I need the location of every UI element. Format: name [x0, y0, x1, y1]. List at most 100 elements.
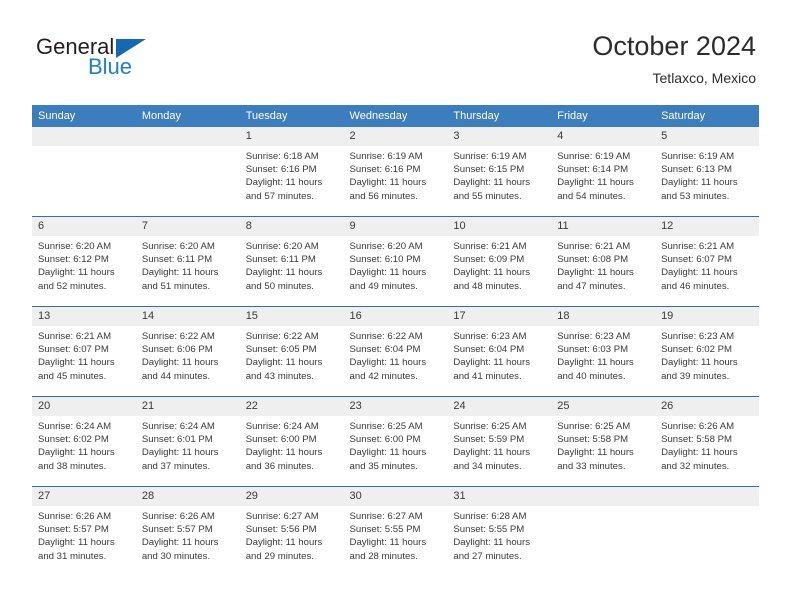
- calendar-day-cell[interactable]: 22 Sunrise: 6:24 AM Sunset: 6:00 PM Dayligh…: [239, 396, 344, 487]
- sunrise-text: Sunrise: 6:21 AM: [453, 241, 527, 252]
- day-number: 1: [239, 127, 344, 146]
- calendar-day-cell[interactable]: 6 Sunrise: 6:20 AM Sunset: 6:12 PM Daylight…: [32, 216, 136, 307]
- calendar-day-cell-empty: [32, 127, 136, 217]
- day-number: [135, 127, 240, 146]
- sunset-text: Sunset: 6:11 PM: [141, 254, 213, 266]
- day-number: 3: [447, 127, 552, 146]
- calendar-day-cell[interactable]: 4 Sunrise: 6:19 AM Sunset: 6:14 PM Daylight…: [551, 127, 656, 217]
- calendar-day-cell[interactable]: 13 Sunrise: 6:21 AM Sunset: 6:07 PM Dayligh…: [32, 306, 136, 397]
- sunset-text: Sunset: 6:02 PM: [38, 434, 109, 446]
- calendar-day-cell[interactable]: 16 Sunrise: 6:22 AM Sunset: 6:04 PM Dayligh…: [343, 306, 448, 397]
- calendar-day-cell[interactable]: 9 Sunrise: 6:20 AM Sunset: 6:10 PM Daylight…: [343, 216, 448, 307]
- calendar-day-cell[interactable]: 8 Sunrise: 6:20 AM Sunset: 6:11 PM Daylight…: [239, 216, 344, 307]
- daylight-text: Daylight: 11 hours and 34 minutes.: [453, 447, 530, 472]
- calendar-day-cell[interactable]: 15 Sunrise: 6:22 AM Sunset: 6:05 PM Dayligh…: [239, 306, 344, 397]
- calendar-day-cell[interactable]: 29 Sunrise: 6:27 AM Sunset: 5:56 PM Dayligh…: [239, 486, 344, 576]
- sunrise-text: Sunrise: 6:21 AM: [38, 331, 112, 342]
- calendar-day-cell[interactable]: 26 Sunrise: 6:26 AM Sunset: 5:58 PM Dayligh…: [655, 396, 759, 487]
- day-details: Sunrise: 6:26 AM Sunset: 5:58 PM Daylight:…: [655, 416, 759, 473]
- day-details: Sunrise: 6:23 AM Sunset: 6:03 PM Daylight:…: [551, 326, 655, 383]
- day-details: Sunrise: 6:23 AM Sunset: 6:02 PM Daylight:…: [655, 326, 759, 383]
- sunrise-text: Sunrise: 6:20 AM: [141, 241, 215, 252]
- calendar-day-cell[interactable]: 1 Sunrise: 6:18 AM Sunset: 6:16 PM Daylight…: [239, 127, 344, 217]
- day-number: 11: [551, 217, 656, 236]
- day-number: 27: [32, 487, 136, 506]
- calendar-day-cell[interactable]: 23 Sunrise: 6:25 AM Sunset: 6:00 PM Dayligh…: [343, 396, 448, 487]
- sunrise-text: Sunrise: 6:27 AM: [349, 511, 423, 522]
- calendar-day-cell[interactable]: 31 Sunrise: 6:28 AM Sunset: 5:55 PM Dayligh…: [447, 486, 552, 576]
- day-number: 5: [655, 127, 759, 146]
- daylight-text: Daylight: 11 hours and 29 minutes.: [245, 537, 323, 562]
- day-details: Sunrise: 6:20 AM Sunset: 6:12 PM Daylight:…: [32, 236, 136, 293]
- sunset-text: Sunset: 6:01 PM: [141, 434, 213, 446]
- calendar-day-cell[interactable]: 30 Sunrise: 6:27 AM Sunset: 5:55 PM Dayligh…: [343, 486, 448, 576]
- day-number: [551, 487, 656, 506]
- calendar-day-cell[interactable]: 12 Sunrise: 6:21 AM Sunset: 6:07 PM Dayligh…: [655, 216, 759, 307]
- day-details: Sunrise: 6:22 AM Sunset: 6:06 PM Daylight:…: [136, 326, 240, 383]
- brand-logo[interactable]: General Blue: [36, 36, 166, 84]
- daylight-text: Daylight: 11 hours and 36 minutes.: [245, 447, 323, 472]
- day-details: Sunrise: 6:24 AM Sunset: 6:00 PM Daylight:…: [240, 416, 344, 473]
- day-details: Sunrise: 6:26 AM Sunset: 5:57 PM Daylight:…: [136, 506, 240, 563]
- calendar-day-cell[interactable]: 10 Sunrise: 6:21 AM Sunset: 6:09 PM Dayligh…: [447, 216, 552, 307]
- day-details: Sunrise: 6:20 AM Sunset: 6:11 PM Daylight:…: [136, 236, 240, 293]
- daylight-text: Daylight: 11 hours and 31 minutes.: [38, 537, 115, 562]
- page-subtitle: Tetlaxco, Mexico: [652, 70, 756, 86]
- day-number: 23: [343, 397, 448, 416]
- calendar-day-cell-empty: [135, 127, 240, 217]
- calendar-week-row: 20 Sunrise: 6:24 AM Sunset: 6:02 PM Dayligh…: [32, 396, 759, 487]
- page-header: General Blue October 2024 Tetlaxco, Mexi…: [0, 0, 792, 100]
- day-number: 30: [343, 487, 448, 506]
- sunrise-text: Sunrise: 6:26 AM: [141, 511, 215, 522]
- calendar-day-cell[interactable]: 5 Sunrise: 6:19 AM Sunset: 6:13 PM Daylight…: [655, 127, 759, 217]
- sunset-text: Sunset: 6:05 PM: [245, 344, 317, 356]
- calendar-day-cell[interactable]: 11 Sunrise: 6:21 AM Sunset: 6:08 PM Dayligh…: [551, 216, 656, 307]
- sunset-text: Sunset: 5:57 PM: [141, 524, 213, 536]
- sunset-text: Sunset: 6:07 PM: [38, 344, 109, 356]
- calendar-day-cell[interactable]: 28 Sunrise: 6:26 AM Sunset: 5:57 PM Dayligh…: [135, 486, 240, 576]
- daylight-text: Daylight: 11 hours and 28 minutes.: [349, 537, 427, 562]
- calendar-day-cell[interactable]: 17 Sunrise: 6:23 AM Sunset: 6:04 PM Dayligh…: [447, 306, 552, 397]
- day-number: 7: [135, 217, 240, 236]
- daylight-text: Daylight: 11 hours and 32 minutes.: [661, 447, 738, 472]
- sunrise-text: Sunrise: 6:25 AM: [349, 421, 423, 432]
- sunset-text: Sunset: 6:10 PM: [349, 254, 421, 266]
- calendar-day-cell[interactable]: 24 Sunrise: 6:25 AM Sunset: 5:59 PM Dayligh…: [447, 396, 552, 487]
- sunrise-text: Sunrise: 6:24 AM: [245, 421, 319, 432]
- sunset-text: Sunset: 6:06 PM: [141, 344, 213, 356]
- calendar-day-cell[interactable]: 18 Sunrise: 6:23 AM Sunset: 6:03 PM Dayligh…: [551, 306, 656, 397]
- sunrise-text: Sunrise: 6:24 AM: [38, 421, 112, 432]
- page-title: October 2024: [592, 31, 756, 61]
- calendar-day-cell[interactable]: 14 Sunrise: 6:22 AM Sunset: 6:06 PM Dayligh…: [135, 306, 240, 397]
- sunset-text: Sunset: 6:16 PM: [349, 164, 421, 176]
- day-details: Sunrise: 6:25 AM Sunset: 5:59 PM Daylight:…: [447, 416, 551, 473]
- day-details: Sunrise: 6:27 AM Sunset: 5:56 PM Daylight:…: [240, 506, 344, 563]
- sunset-text: Sunset: 6:02 PM: [661, 344, 732, 356]
- sunrise-text: Sunrise: 6:20 AM: [38, 241, 112, 252]
- calendar-day-cell[interactable]: 19 Sunrise: 6:23 AM Sunset: 6:02 PM Dayligh…: [655, 306, 759, 397]
- daylight-text: Daylight: 11 hours and 46 minutes.: [661, 267, 738, 292]
- day-number: 25: [551, 397, 656, 416]
- calendar-day-cell[interactable]: 7 Sunrise: 6:20 AM Sunset: 6:11 PM Daylight…: [135, 216, 240, 307]
- day-number: 10: [447, 217, 552, 236]
- title-block: October 2024 Tetlaxco, Mexico: [592, 30, 756, 87]
- day-details: Sunrise: 6:21 AM Sunset: 6:07 PM Daylight:…: [655, 236, 759, 293]
- day-number: 4: [551, 127, 656, 146]
- calendar-day-cell[interactable]: 21 Sunrise: 6:24 AM Sunset: 6:01 PM Dayligh…: [135, 396, 240, 487]
- calendar-day-cell[interactable]: 3 Sunrise: 6:19 AM Sunset: 6:15 PM Daylight…: [447, 127, 552, 217]
- weekday-header-sunday: Sunday: [32, 105, 136, 127]
- calendar-week-row: 1 Sunrise: 6:18 AM Sunset: 6:16 PM Daylight…: [32, 127, 759, 217]
- sunset-text: Sunset: 5:58 PM: [557, 434, 629, 446]
- calendar-day-cell[interactable]: 20 Sunrise: 6:24 AM Sunset: 6:02 PM Dayligh…: [32, 396, 136, 487]
- calendar-day-cell[interactable]: 2 Sunrise: 6:19 AM Sunset: 6:16 PM Daylight…: [343, 127, 448, 217]
- day-details: Sunrise: 6:27 AM Sunset: 5:55 PM Daylight:…: [344, 506, 448, 563]
- daylight-text: Daylight: 11 hours and 57 minutes.: [245, 177, 323, 202]
- calendar-day-cell[interactable]: 27 Sunrise: 6:26 AM Sunset: 5:57 PM Dayligh…: [32, 486, 136, 576]
- day-number: 2: [343, 127, 448, 146]
- sunrise-text: Sunrise: 6:25 AM: [557, 421, 631, 432]
- calendar-page: General Blue October 2024 Tetlaxco, Mexi…: [0, 0, 792, 612]
- daylight-text: Daylight: 11 hours and 38 minutes.: [38, 447, 115, 472]
- day-number: 19: [655, 307, 759, 326]
- sunrise-text: Sunrise: 6:18 AM: [245, 151, 319, 162]
- calendar-day-cell[interactable]: 25 Sunrise: 6:25 AM Sunset: 5:58 PM Dayligh…: [551, 396, 656, 487]
